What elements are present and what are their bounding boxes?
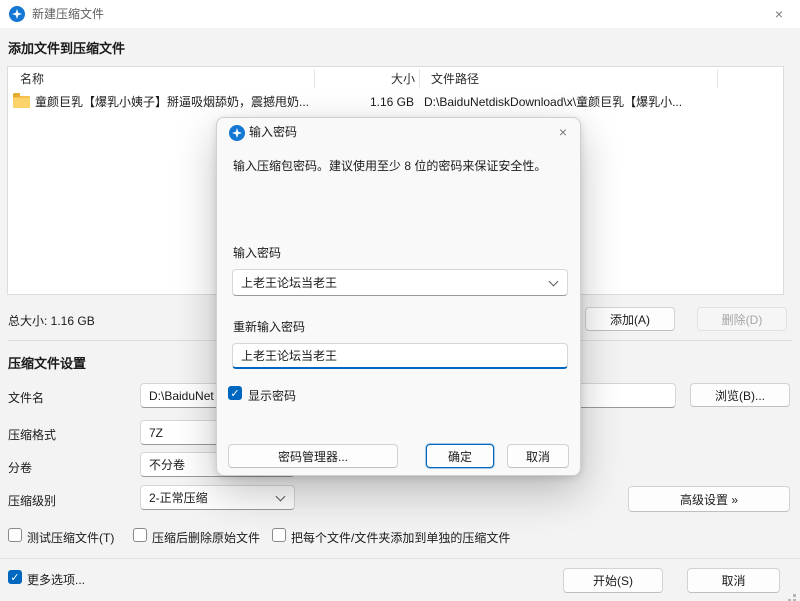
chevron-down-icon	[548, 276, 559, 286]
level-value: 2-正常压缩	[149, 491, 208, 505]
column-header-size[interactable]: 大小	[321, 69, 421, 89]
app-logo-icon	[9, 6, 25, 22]
delete-button: 删除(D)	[697, 307, 787, 331]
folder-icon	[13, 93, 30, 108]
advanced-settings-button[interactable]: 高级设置 »	[628, 486, 790, 512]
confirm-password-input[interactable]	[232, 343, 568, 369]
ok-button[interactable]: 确定	[426, 444, 494, 468]
column-divider[interactable]	[717, 69, 718, 88]
volume-value: 不分卷	[149, 458, 186, 472]
resize-grip[interactable]	[793, 594, 796, 597]
filename-label: 文件名	[8, 391, 45, 405]
level-select[interactable]: 2-正常压缩	[140, 485, 295, 510]
table-row[interactable]: 童颜巨乳【爆乳小姨子】掰逼吸烟舔奶，震撼甩奶... 1.16 GB D:\Bai…	[8, 92, 783, 112]
column-divider[interactable]	[314, 69, 315, 88]
window-title: 新建压缩文件	[32, 7, 105, 21]
test-archive-checkbox[interactable]	[8, 528, 22, 542]
window-close-icon[interactable]: ×	[758, 0, 800, 28]
password-dialog: 输入密码 × 输入压缩包密码。建议使用至少 8 位的密码来保证安全性。 输入密码…	[216, 117, 581, 476]
level-label: 压缩级别	[8, 494, 57, 508]
chevron-down-icon	[275, 491, 286, 501]
app-window: 新建压缩文件 × 添加文件到压缩文件 名称 大小 文件路径 童颜巨乳【爆乳小姨子…	[0, 0, 800, 601]
total-size-label: 总大小: 1.16 GB	[8, 314, 95, 328]
file-name-cell: 童颜巨乳【爆乳小姨子】掰逼吸烟舔奶，震撼甩奶...	[35, 95, 310, 109]
more-options-checkbox[interactable]: ✓	[8, 570, 22, 584]
password-combobox[interactable]: 上老王论坛当老王	[232, 269, 568, 296]
more-options-label[interactable]: 更多选项...	[27, 571, 85, 588]
format-value: 7Z	[149, 425, 164, 440]
section-settings-title: 压缩文件设置	[8, 356, 87, 371]
file-path-cell: D:\BaiduNetdiskDownload\x\童颜巨乳【爆乳小...	[424, 95, 683, 109]
file-size-cell: 1.16 GB	[369, 95, 414, 109]
password-manager-button[interactable]: 密码管理器...	[228, 444, 398, 468]
show-password-checkbox[interactable]: ✓	[228, 386, 242, 400]
cancel-button[interactable]: 取消	[687, 568, 780, 593]
column-header-path[interactable]: 文件路径	[431, 69, 479, 89]
separate-archives-checkbox[interactable]	[272, 528, 286, 542]
delete-original-label[interactable]: 压缩后删除原始文件	[152, 529, 260, 546]
column-divider[interactable]	[419, 69, 420, 88]
dialog-description: 输入压缩包密码。建议使用至少 8 位的密码来保证安全性。	[233, 159, 547, 173]
add-button[interactable]: 添加(A)	[585, 307, 675, 331]
dialog-cancel-button[interactable]: 取消	[507, 444, 569, 468]
format-label: 压缩格式	[8, 428, 57, 442]
password-value: 上老王论坛当老王	[241, 276, 338, 290]
password-label: 输入密码	[233, 246, 282, 260]
start-button[interactable]: 开始(S)	[563, 568, 663, 593]
bottom-bar: ✓ 更多选项... 开始(S) 取消	[0, 558, 800, 601]
column-header-name[interactable]: 名称	[20, 69, 44, 89]
test-archive-label[interactable]: 测试压缩文件(T)	[27, 529, 114, 546]
separate-archives-label[interactable]: 把每个文件/文件夹添加到单独的压缩文件	[291, 529, 510, 546]
section-add-files-title: 添加文件到压缩文件	[8, 41, 126, 56]
dialog-logo-icon	[229, 125, 245, 141]
show-password-label[interactable]: 显示密码	[248, 387, 296, 404]
dialog-close-icon[interactable]: ×	[546, 118, 580, 146]
browse-button[interactable]: 浏览(B)...	[690, 383, 790, 407]
confirm-password-label: 重新输入密码	[233, 320, 306, 334]
volume-label: 分卷	[8, 461, 33, 475]
dialog-title: 输入密码	[249, 125, 298, 139]
delete-original-checkbox[interactable]	[133, 528, 147, 542]
title-bar: 新建压缩文件 ×	[0, 0, 800, 28]
